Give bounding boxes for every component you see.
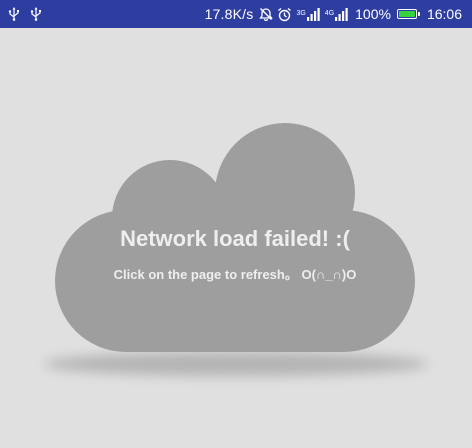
battery-icon [396, 9, 420, 19]
usb-icon [30, 7, 42, 21]
signal-bars-icon [306, 7, 320, 21]
refresh-area[interactable]: Network load failed! :( Click on the pag… [0, 28, 472, 448]
signal-bars-icon [335, 7, 348, 21]
error-title: Network load failed! :( [120, 226, 350, 251]
refresh-hint: Click on the page to refresh。 O(∩_∩)O [113, 267, 357, 282]
signal-label: 3G [296, 9, 306, 17]
mute-icon [259, 7, 274, 21]
status-bar-left [8, 0, 42, 28]
alarm-icon [277, 7, 292, 22]
status-bar-right: 17.8K/s 3G 4G 100% 16:06 [205, 0, 462, 28]
battery-level [398, 11, 415, 17]
battery-percent: 100% [355, 6, 391, 22]
network-speed: 17.8K/s [204, 6, 254, 22]
clock: 16:06 [426, 6, 462, 22]
signal-strength-4g: 4G [324, 7, 349, 21]
cloud-shadow [44, 352, 428, 376]
status-bar: 17.8K/s 3G 4G 100% 16:06 [0, 0, 472, 28]
signal-strength-3g: 3G [296, 7, 320, 21]
signal-label: 4G [324, 9, 335, 17]
usb-icon [8, 7, 20, 21]
